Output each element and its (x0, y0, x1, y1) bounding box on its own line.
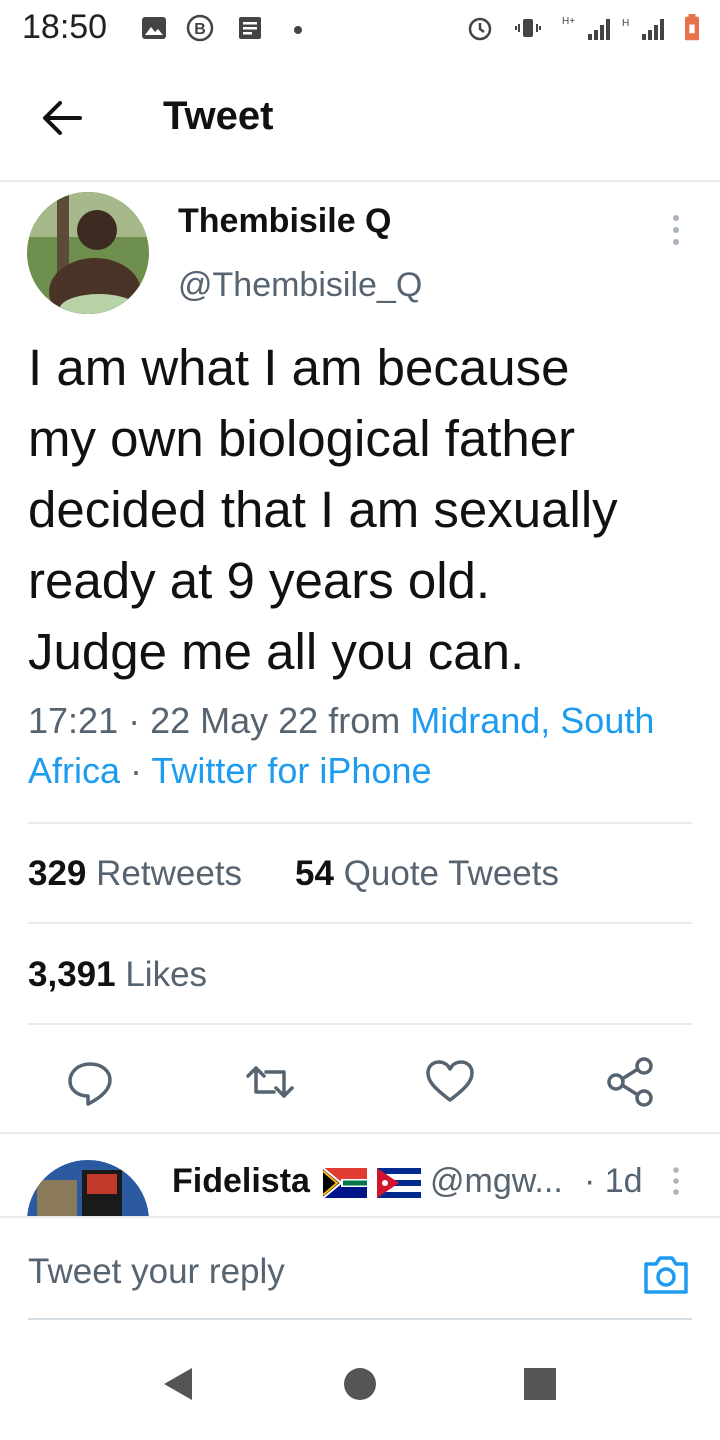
back-arrow-icon[interactable] (38, 96, 88, 140)
dot-icon (294, 26, 302, 34)
reply-name-text: Fidelista (172, 1162, 310, 1200)
author-avatar[interactable] (27, 192, 149, 314)
retweets-stat[interactable]: 329 Retweets (28, 854, 242, 894)
meta-separator: · (118, 700, 151, 741)
likes-label: Likes (125, 955, 208, 994)
meta-from: from (318, 700, 411, 741)
gallery-icon (142, 17, 166, 39)
south-africa-flag-icon (322, 1167, 368, 1199)
divider (28, 922, 692, 924)
nav-home-icon[interactable] (340, 1364, 380, 1404)
quote-tweets-stat[interactable]: 54 Quote Tweets (295, 854, 559, 894)
tweet-line: my own biological father (28, 410, 576, 467)
top-bar: Tweet (0, 56, 720, 182)
share-icon[interactable] (602, 1054, 658, 1110)
alarm-icon (468, 17, 492, 41)
quotes-label: Quote Tweets (343, 854, 559, 893)
nav-back-icon[interactable] (160, 1364, 200, 1404)
divider (28, 822, 692, 824)
reply-more-icon[interactable] (664, 1164, 688, 1198)
status-bar: 18:50 B H+ H (0, 0, 720, 56)
likes-stat[interactable]: 3,391 Likes (28, 955, 207, 995)
camera-icon[interactable] (640, 1250, 692, 1298)
nav-recents-icon[interactable] (520, 1364, 560, 1404)
divider (28, 1023, 692, 1025)
reply-author-name[interactable]: Fidelista (172, 1162, 421, 1201)
b-badge-icon: B (186, 14, 214, 42)
section-divider (0, 1132, 720, 1134)
tweet-line: I am what I am because (28, 339, 570, 396)
vibrate-icon (515, 19, 541, 37)
cuba-flag-icon (376, 1168, 421, 1199)
tweet-line: Judge me all you can. (28, 623, 525, 680)
reply-author-handle[interactable]: @mgw... (430, 1162, 563, 1201)
composer-underline (28, 1318, 692, 1320)
reply-icon[interactable] (62, 1054, 118, 1110)
tweet-time: 17:21 (28, 700, 119, 741)
author-name[interactable]: Thembisile Q (178, 202, 392, 241)
svg-text:H+: H+ (562, 16, 575, 27)
retweets-label: Retweets (96, 854, 243, 893)
author-handle[interactable]: @Thembisile_Q (178, 266, 422, 305)
status-time: 18:50 (22, 8, 108, 46)
tweet-line: decided that I am sexually (28, 481, 618, 538)
meta-separator: · (120, 750, 152, 791)
reply-composer-bar (0, 1216, 720, 1440)
retweets-count: 329 (28, 854, 87, 893)
tweet-text: I am what I am because my own biological… (28, 332, 698, 687)
reply-input[interactable]: Tweet your reply (28, 1252, 285, 1292)
reply-time: · 1d (584, 1162, 643, 1200)
likes-count: 3,391 (28, 955, 116, 994)
composer-top-border (0, 1216, 720, 1218)
page-title: Tweet (163, 94, 274, 138)
tweet-line: ready at 9 years old. (28, 552, 491, 609)
tweet-source-link[interactable]: Twitter for iPhone (151, 750, 431, 791)
svg-text:H: H (622, 18, 629, 29)
news-icon (239, 17, 261, 39)
tweet-meta: 17:21 · 22 May 22 from Midrand, South Af… (28, 696, 708, 796)
signal-2-icon: H (622, 18, 664, 40)
tweet-date: 22 May 22 (150, 700, 319, 741)
quotes-count: 54 (295, 854, 334, 893)
like-icon[interactable] (422, 1054, 478, 1110)
svg-text:B: B (194, 21, 206, 38)
retweet-icon[interactable] (242, 1054, 298, 1110)
more-vertical-icon[interactable] (664, 210, 688, 250)
signal-1-icon: H+ (562, 16, 610, 40)
battery-icon (685, 14, 699, 41)
